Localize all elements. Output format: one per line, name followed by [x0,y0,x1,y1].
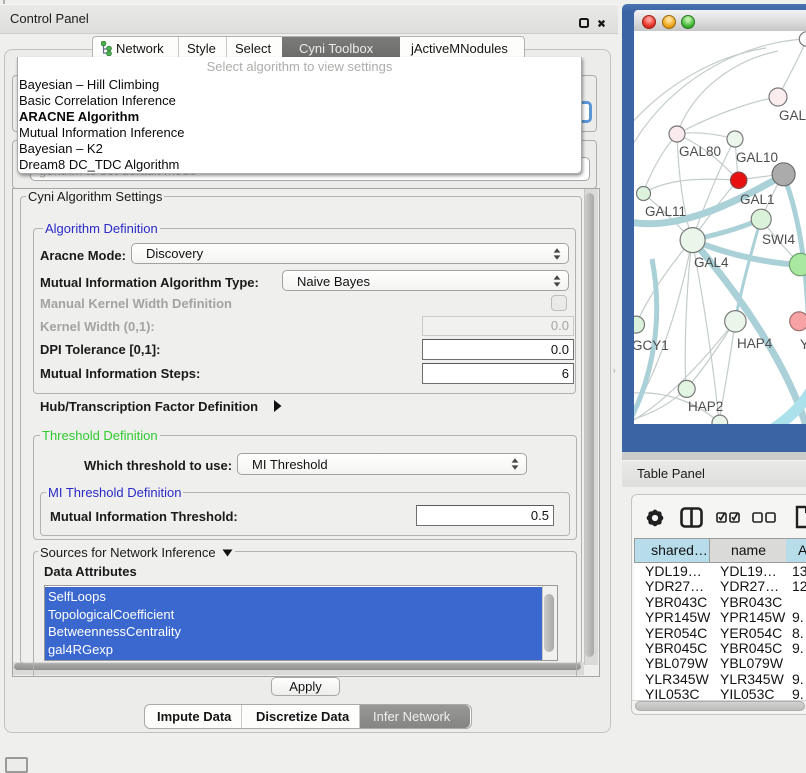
svg-text:HAP2: HAP2 [688,399,723,414]
svg-text:GCY1: GCY1 [634,338,669,353]
svg-text:HAP4: HAP4 [737,336,773,351]
svg-text:YE: YE [800,337,806,352]
svg-text:GAL1: GAL1 [740,192,775,207]
svg-text:GAL4: GAL4 [694,255,729,270]
svg-text:GAL7: GAL7 [779,108,806,123]
svg-text:SWI4: SWI4 [762,232,795,247]
svg-text:GAL10: GAL10 [736,150,778,165]
svg-text:GAL11: GAL11 [645,204,686,219]
svg-text:GAL80: GAL80 [679,144,721,159]
